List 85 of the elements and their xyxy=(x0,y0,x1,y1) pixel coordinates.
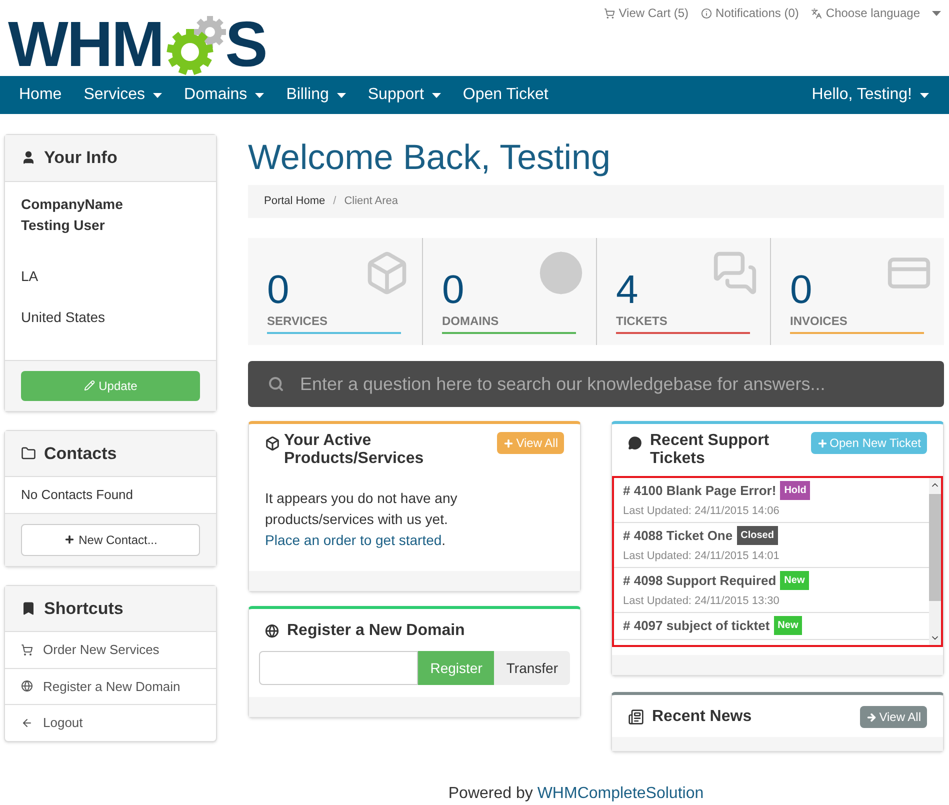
plus-icon xyxy=(64,534,75,545)
top-link[interactable]: Choose language xyxy=(810,4,941,22)
stat-count: 0 xyxy=(442,268,464,312)
view-all-button[interactable]: View All xyxy=(860,706,927,728)
stat-count: 0 xyxy=(790,268,812,312)
info-name: Testing User xyxy=(21,216,106,235)
search-icon xyxy=(268,376,284,392)
ticket-title: # 4100 Blank Page Error! xyxy=(623,482,776,500)
newspaper-icon xyxy=(628,709,644,725)
stat-count: 4 xyxy=(616,268,638,312)
info-address: United States xyxy=(21,308,106,326)
logo-text: WHM xyxy=(8,12,164,76)
breadcrumb-item[interactable]: Client Area xyxy=(344,193,398,210)
ticket-item[interactable]: # 4088 Ticket One Closed Last Updated: 24/11/2015 14:01 xyxy=(614,523,929,568)
ticket-updated: Last Updated: 24/11/2015 14:06 xyxy=(623,504,780,518)
ticket-item[interactable]: # 4097 subject of ticktet New xyxy=(614,613,929,640)
empty-products-text: It appears you do not have any products/services with us yet. Place an order to get started. xyxy=(264,489,458,550)
stat-tile[interactable]: 4 TICKETS xyxy=(596,238,770,345)
info-icon xyxy=(700,8,712,18)
stat-label: INVOICES xyxy=(790,313,848,330)
page-title: Welcome Back, Testing xyxy=(248,137,612,179)
status-label: New xyxy=(780,571,809,590)
caret-icon xyxy=(932,10,941,16)
panel-title: Register a New Domain xyxy=(287,621,465,641)
plus-icon xyxy=(816,438,828,448)
info-name: CompanyName xyxy=(21,194,124,214)
stat-count: 0 xyxy=(267,268,290,312)
nav-item[interactable]: Support xyxy=(356,83,452,107)
shortcut-item[interactable]: Register a New Domain xyxy=(5,668,216,705)
domain-input-field[interactable] xyxy=(259,651,418,685)
plus-icon xyxy=(503,438,514,448)
cart-icon xyxy=(21,644,33,656)
stat-label: DOMAINS xyxy=(442,313,500,330)
stat-label: TICKETS xyxy=(616,313,668,330)
transfer-button[interactable]: Transfer xyxy=(494,651,570,685)
status-label: Closed xyxy=(736,526,778,546)
status-label: New xyxy=(774,616,802,636)
user-icon xyxy=(21,150,36,166)
nav-item[interactable]: Home xyxy=(8,83,73,107)
ticket-item[interactable]: # 4098 Support Required New Last Updated: 24/11/2015 13:30 xyxy=(614,568,929,613)
kb-search-input[interactable]: Enter a question here to search our knowledgebase for answers... xyxy=(300,370,924,398)
top-link[interactable]: View Cart (5) xyxy=(604,4,689,22)
panel-title: Your Info xyxy=(44,147,118,169)
breadcrumb-separator: / xyxy=(333,194,336,210)
nav-item[interactable]: Billing xyxy=(275,83,357,107)
status-label: Hold xyxy=(780,481,810,500)
scrollbar[interactable] xyxy=(929,478,941,645)
new-contact-button[interactable]: New Contact... xyxy=(21,524,200,556)
shortcut-item[interactable]: Order New Services xyxy=(5,632,216,668)
info-address: LA xyxy=(21,266,40,286)
ticket-updated: Last Updated: 24/11/2015 14:01 xyxy=(623,548,780,564)
footer-text: Powered by WHMCompleteSolution xyxy=(447,784,705,804)
ticket-title: # 4088 Ticket One xyxy=(623,527,733,545)
panel-title: Shortcuts xyxy=(44,598,124,620)
kb-search-bar[interactable]: Enter a question here to search our knowledgebase for answers... xyxy=(248,361,944,407)
nav-item[interactable]: Services xyxy=(72,83,174,107)
stat-tile[interactable]: 0 DOMAINS xyxy=(422,238,596,345)
stat-label: SERVICES xyxy=(267,313,328,330)
top-link[interactable]: Notifications (0) xyxy=(700,4,799,22)
footer-link[interactable]: WHMCompleteSolution xyxy=(537,785,704,802)
place-order-link[interactable]: Place an order to get started xyxy=(265,532,442,548)
stat-tile[interactable]: 0 SERVICES xyxy=(248,238,422,345)
panel-title: Recent Support Tickets xyxy=(650,432,770,468)
arrow-right-icon xyxy=(866,712,878,722)
folder-icon xyxy=(21,446,36,461)
nav-item[interactable]: Open Ticket xyxy=(452,83,560,107)
ticket-title: # 4098 Support Required xyxy=(623,572,776,590)
pencil-icon xyxy=(84,380,95,391)
panel-title: Your Active Products/Services xyxy=(284,432,425,468)
bookmark-icon xyxy=(21,600,36,616)
cart-icon xyxy=(604,8,615,18)
arrow-left-icon xyxy=(21,716,33,729)
user-menu[interactable]: Hello, Testing! xyxy=(800,83,941,107)
language-icon xyxy=(810,8,822,18)
ticket-item[interactable]: # 4100 Blank Page Error! Hold Last Updated: 24/11/2015 14:06 xyxy=(614,478,929,523)
ticket-title: # 4097 subject of ticktet xyxy=(623,617,770,635)
breadcrumb-item[interactable]: Portal Home xyxy=(264,193,326,210)
stat-tile[interactable]: 0 INVOICES xyxy=(770,238,944,345)
panel-title: Recent News xyxy=(652,707,752,727)
shortcut-item[interactable]: Logout xyxy=(5,705,216,740)
nav-item[interactable]: Domains xyxy=(173,83,276,107)
panel-title: Contacts xyxy=(44,442,117,464)
ticket-updated: Last Updated: 24/11/2015 13:30 xyxy=(623,594,780,608)
logo-text: S xyxy=(225,12,268,76)
box-icon xyxy=(265,436,280,451)
